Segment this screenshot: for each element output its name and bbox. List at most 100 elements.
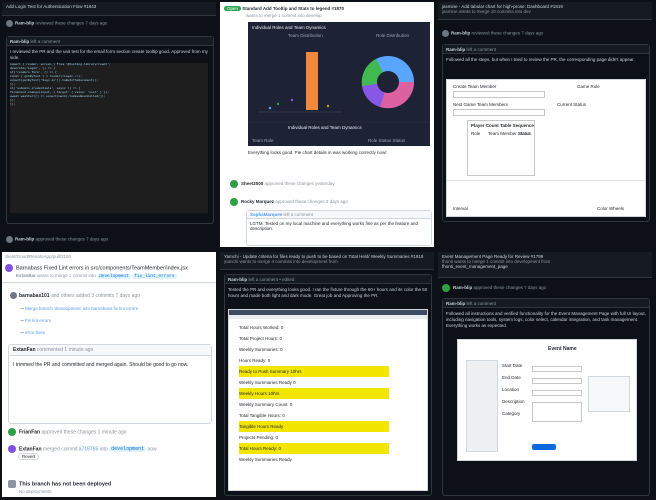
- pr-header: Open Standard Add Tooltip and Stats to l…: [224, 6, 344, 11]
- divider: [447, 180, 645, 181]
- panel-event-pr: Event Management Page Ready for Review #…: [438, 252, 652, 497]
- approver-name[interactable]: Sheet2000: [241, 181, 263, 186]
- app-screenshot: Total Hours Worked: 0 Total Project Hour…: [228, 309, 428, 491]
- review-comment: Ram-blip left a comment I reviewed the P…: [6, 36, 214, 224]
- comment-meta: commented 1 minute ago: [36, 347, 94, 353]
- event-input[interactable]: [532, 366, 582, 372]
- branch-tag[interactable]: development: [97, 274, 131, 279]
- summary-line-highlight: Total Hours Ready: 0: [239, 443, 389, 454]
- review-comment: Ram-blip left a comment • edited Tested …: [224, 274, 432, 496]
- check-icon: [8, 428, 16, 436]
- scatter-point: [326, 104, 330, 108]
- comment-header: SophaMarquee left a comment: [247, 211, 431, 219]
- summary-line: Total Project Hours: 0: [239, 336, 283, 341]
- commit-item[interactable]: ⊸ Merge branch 'development' into barnab…: [20, 306, 138, 312]
- branch-tag[interactable]: fix_lint_errors: [132, 274, 177, 279]
- comment-body: Followed all instructions and verified f…: [446, 311, 646, 328]
- event-textarea[interactable]: [532, 402, 582, 422]
- comment-author[interactable]: Ram-blip: [446, 47, 465, 52]
- event-label: Location: [502, 387, 520, 392]
- event-label: Start Date: [502, 363, 523, 368]
- approval-row: FrianFan approved these changes 1 minute…: [8, 428, 127, 436]
- breadcrumb[interactable]: client/Good/RenatoApp/pull/2150: [5, 254, 71, 259]
- pr-subtitle: wants to merge 1 commit into develop: [246, 13, 322, 18]
- pr-header: Add Login Test for Authentication Flow #…: [2, 2, 216, 16]
- branch-tag[interactable]: development: [109, 446, 147, 453]
- avatar: [10, 292, 17, 299]
- inner-col-header: Status: [518, 131, 531, 136]
- event-labels: Start Date End Date Location Description…: [502, 360, 525, 420]
- approver-name[interactable]: Rocky Marquez: [241, 199, 274, 204]
- review-status-row: Ram-blip reviewed these changes 7 days a…: [6, 20, 107, 27]
- review-status-row: Ram-blip approved these changes 7 days a…: [442, 284, 546, 292]
- approval-text: approved these changes 2 days ago: [275, 199, 348, 205]
- event-input[interactable]: [532, 378, 582, 384]
- review-comment: SophaMarquee left a comment LGTM. Tested…: [246, 210, 432, 246]
- branch-name[interactable]: fhonti_event_management_page: [442, 264, 648, 269]
- event-input[interactable]: [532, 390, 582, 396]
- reviewer-name[interactable]: Ram-blip: [15, 21, 34, 26]
- form-input[interactable]: [453, 109, 545, 116]
- comment-author[interactable]: SophaMarquee: [250, 212, 282, 217]
- inner-col-header: Role: [471, 131, 481, 136]
- reviewer-name[interactable]: Ram-blip: [451, 31, 470, 36]
- approver-name[interactable]: Ram-blip: [15, 237, 34, 242]
- review-status-text: reviewed these changes 7 days ago: [471, 30, 544, 36]
- sidebar-panel: [466, 360, 498, 452]
- scatter-point: [268, 106, 272, 110]
- chart-foot-left: Team Role: [252, 138, 274, 143]
- comment-header: Ram-blip left a comment: [443, 45, 649, 54]
- pr-subtitle: yamchi wants to merge 4 commits into dev…: [224, 259, 338, 264]
- summary-line-highlight: Weekly Hours 10hrs: [239, 388, 389, 399]
- approver-name[interactable]: FrianFan: [19, 429, 40, 435]
- comment-header: Ram-blip left a comment: [7, 37, 213, 46]
- form-input[interactable]: [453, 91, 545, 98]
- event-label: Description: [502, 399, 525, 404]
- author-name[interactable]: ExtanBar: [16, 273, 36, 278]
- submit-button[interactable]: [532, 444, 556, 450]
- merge-icon: [8, 445, 16, 453]
- avatar: [442, 30, 449, 37]
- revert-button[interactable]: Revert: [18, 453, 40, 460]
- comment-body: Tested the PR and everything looks good.…: [228, 287, 428, 298]
- comment-author[interactable]: Ram-blip: [446, 301, 465, 306]
- summary-line: Total Hours Worked: 0: [239, 325, 284, 330]
- comment-author[interactable]: ExtanFan: [13, 347, 36, 353]
- merge-row: ExtanFan merged commit a718769 into deve…: [8, 445, 157, 453]
- commit-item[interactable]: ⊸ Fix lint errors: [20, 318, 51, 324]
- form-label: Create Team Member: [453, 84, 497, 89]
- form-screenshot: Create Team Member Game Role Nest Game T…: [446, 79, 646, 217]
- pr-header: Yamchi - Update criteria for files ready…: [220, 252, 434, 270]
- approval-row: Ram-blip approved these changes 7 days a…: [6, 236, 108, 243]
- form-label: Color Wheels: [597, 206, 625, 211]
- review-comment: Ram-blip left a comment Followed all the…: [442, 44, 650, 222]
- pr-subtitle: ExtanBar wants to merge 1 commit into de…: [16, 273, 177, 279]
- author-name[interactable]: barnabas101: [19, 293, 50, 299]
- comment-author[interactable]: Ram-blip: [10, 39, 29, 44]
- chart-screenshot: Individual Roles and Team Dynamics Team …: [248, 22, 430, 146]
- pie-hole: [377, 71, 399, 93]
- panel-login-test-pr: Add Login Test for Authentication Flow #…: [2, 2, 216, 247]
- merger-name[interactable]: ExtanFan: [19, 446, 42, 452]
- comment-header: Ram-blip left a comment • edited: [225, 275, 431, 284]
- comment-header: Ram-blip left a comment: [443, 299, 649, 308]
- comment-body: I trimmed the PR and committed and merge…: [13, 362, 189, 368]
- commit-item[interactable]: ⊸ error fixes: [20, 330, 45, 336]
- review-status-row: Ram-blip reviewed these changes 7 days a…: [442, 30, 543, 37]
- comment-body: Followed all the steps, but when I tried…: [446, 57, 635, 62]
- calendar-widget[interactable]: [588, 376, 630, 412]
- deploy-status: This branch has not been deployed: [19, 481, 112, 488]
- app-subnav: [229, 315, 427, 319]
- check-icon: [442, 284, 450, 292]
- comment-meta: left a comment • edited: [248, 277, 295, 282]
- rocket-icon: [8, 480, 16, 488]
- panel-dashboard-pr: jasmine - Add tabular chart for high-pro…: [438, 2, 652, 247]
- pie-chart: [361, 56, 415, 109]
- pr-title: Barnabass Fixed Lint errors in src/compo…: [5, 264, 188, 272]
- pr-header: Event Management Page Ready for Review #…: [438, 252, 652, 278]
- event-form-screenshot: Event Name Start Date End Date Location …: [457, 339, 637, 461]
- commit-hash[interactable]: a718769: [79, 446, 98, 452]
- reviewer-name[interactable]: Ram-blip: [453, 285, 472, 290]
- comment-author[interactable]: Ram-blip: [228, 277, 247, 282]
- scatter-point: [276, 102, 280, 106]
